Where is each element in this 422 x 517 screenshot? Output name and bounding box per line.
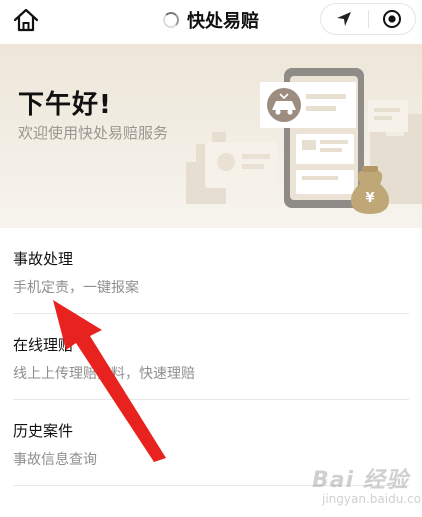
- list-item-title: 事故处理: [13, 250, 74, 268]
- list-item-accident-handling[interactable]: 事故处理 手机定责，一键报案: [13, 228, 409, 314]
- location-button[interactable]: [321, 4, 368, 34]
- mini-program-capsule: [320, 3, 416, 35]
- page-title-group: 快处易赔: [163, 7, 259, 33]
- list-item-subtitle: 线上上传理赔资料，快速理赔: [13, 366, 195, 382]
- close-target-icon: [382, 10, 401, 28]
- service-list: 事故处理 手机定责，一键报案 在线理赔 线上上传理赔资料，快速理赔 历史案件 事…: [0, 228, 422, 486]
- baidu-jingyan-watermark: Bai 经验 jingyan.baidu.com: [304, 462, 422, 514]
- home-icon[interactable]: [12, 7, 40, 33]
- welcome-text: 欢迎使用快处易赔服务: [18, 124, 169, 142]
- list-item-subtitle: 手机定责，一键报案: [13, 280, 139, 296]
- page-title: 快处易赔: [187, 11, 259, 32]
- watermark-url: jingyan.baidu.com: [322, 492, 422, 506]
- yen-symbol: ¥: [365, 191, 374, 206]
- top-navbar: 快处易赔: [0, 0, 422, 40]
- list-item-subtitle: 事故信息查询: [13, 452, 97, 468]
- close-button[interactable]: [368, 4, 415, 34]
- list-item-title: 历史案件: [13, 422, 74, 440]
- welcome-banner: ¥ 下午好! 欢迎使用快处易赔服务: [0, 44, 422, 228]
- loading-spinner-icon: [163, 12, 179, 28]
- list-item-title: 在线理赔: [13, 336, 74, 354]
- location-arrow-icon: [337, 12, 352, 26]
- list-item-online-claim[interactable]: 在线理赔 线上上传理赔资料，快速理赔: [13, 314, 409, 400]
- greeting-text: 下午好!: [18, 90, 112, 120]
- watermark-logo-text: Bai 经验: [312, 468, 409, 493]
